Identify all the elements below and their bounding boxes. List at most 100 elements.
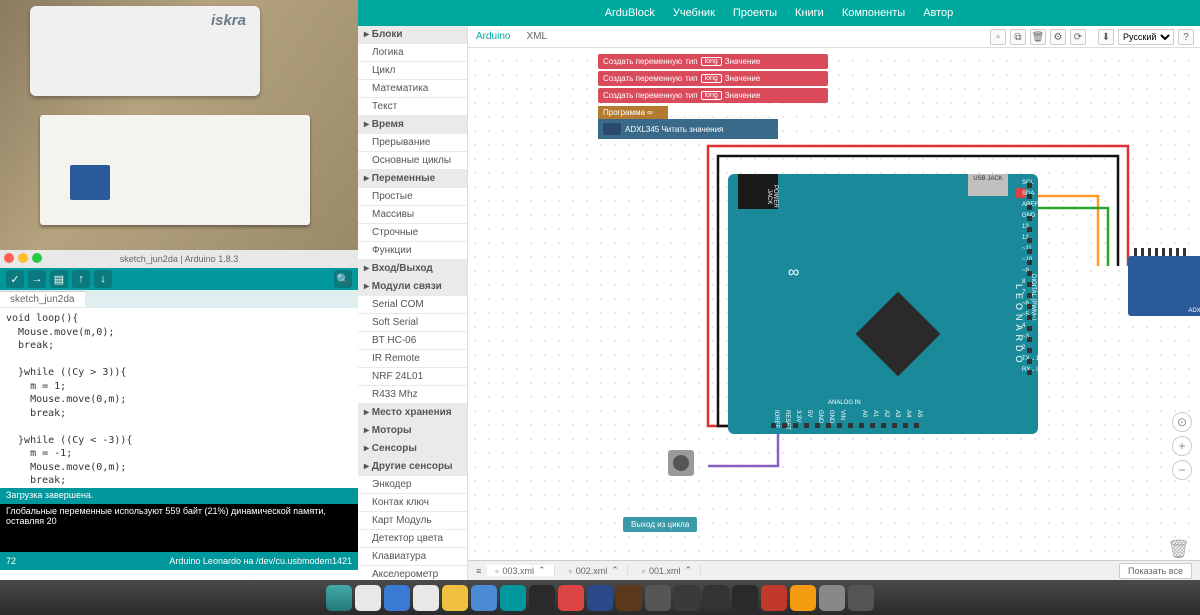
refresh-icon[interactable]: ⟳: [1070, 29, 1086, 45]
category-ir-remote[interactable]: IR Remote: [358, 350, 467, 368]
dock-app-icon[interactable]: [674, 585, 700, 611]
dock-app-icon[interactable]: [558, 585, 584, 611]
maximize-icon[interactable]: [32, 253, 42, 263]
serial-monitor-button[interactable]: 🔍: [334, 270, 352, 288]
category-контак-ключ[interactable]: Контак ключ: [358, 494, 467, 512]
dock-app-icon[interactable]: [790, 585, 816, 611]
nav-tutorial[interactable]: Учебник: [673, 7, 715, 19]
nav-projects[interactable]: Проекты: [733, 7, 777, 19]
macos-dock[interactable]: [0, 580, 1200, 615]
category-функции[interactable]: Функции: [358, 242, 467, 260]
file-tab-3[interactable]: ▫ 001.xml ⌃: [634, 565, 701, 576]
trash-icon[interactable]: 🗑: [1030, 29, 1046, 45]
show-all-button[interactable]: Показать все: [1119, 563, 1192, 579]
category-вход/выход[interactable]: ▸ Вход/Выход: [358, 260, 467, 278]
dock-app-icon[interactable]: [413, 585, 439, 611]
block-create-var-1[interactable]: Создать переменнуюx ▾ типlong Значение: [598, 54, 828, 69]
dock-app-icon[interactable]: [703, 585, 729, 611]
dock-app-icon[interactable]: [848, 585, 874, 611]
dock-app-icon[interactable]: [384, 585, 410, 611]
category-soft-serial[interactable]: Soft Serial: [358, 314, 467, 332]
category-время[interactable]: ▸ Время: [358, 116, 467, 134]
block-create-var-3[interactable]: Создать переменнуюz ▾ типlong Значение: [598, 88, 828, 103]
dock-finder-icon[interactable]: [326, 585, 352, 611]
canvas-trash-icon[interactable]: 🗑: [1167, 539, 1190, 560]
sketch-tab[interactable]: sketch_jun2da: [0, 291, 85, 307]
dock-app-icon[interactable]: [732, 585, 758, 611]
category-место-хранения[interactable]: ▸ Место хранения: [358, 404, 467, 422]
language-select[interactable]: Русский: [1118, 29, 1174, 45]
dock-app-icon[interactable]: [645, 585, 671, 611]
ardublock-app: ArduBlock Учебник Проекты Книги Компонен…: [358, 0, 1200, 580]
category-nrf-24l01[interactable]: NRF 24L01: [358, 368, 467, 386]
zoom-center-button[interactable]: ⊙: [1172, 412, 1192, 432]
code-editor[interactable]: void loop(){ Mouse.move(m,0); break; }wh…: [0, 308, 358, 488]
category-основные-циклы[interactable]: Основные циклы: [358, 152, 467, 170]
category-другие-сенсоры[interactable]: ▸ Другие сенсоры: [358, 458, 467, 476]
canvas-workspace[interactable]: Arduino XML ▫ ⧉ 🗑 ⚙ ⟳ ⬇ Русский ? Создат…: [468, 26, 1200, 580]
search-icon[interactable]: ?: [1178, 29, 1194, 45]
dock-photoshop-icon[interactable]: [587, 585, 613, 611]
nav-components[interactable]: Компоненты: [842, 7, 905, 19]
save-button[interactable]: ↓: [94, 270, 112, 288]
category-блоки[interactable]: ▸ Блоки: [358, 26, 467, 44]
copy-icon[interactable]: ⧉: [1010, 29, 1026, 45]
category-клавиатура[interactable]: Клавиатура: [358, 548, 467, 566]
pin-3: ~3: [1022, 334, 1032, 345]
pin-7: 7: [1022, 290, 1032, 301]
dock-app-icon[interactable]: [471, 585, 497, 611]
ide-tab-bar: sketch_jun2da: [0, 290, 358, 308]
category-прерывание[interactable]: Прерывание: [358, 134, 467, 152]
dock-illustrator-icon[interactable]: [616, 585, 642, 611]
dock-app-icon[interactable]: [355, 585, 381, 611]
dock-app-icon[interactable]: [761, 585, 787, 611]
category-логика[interactable]: Логика: [358, 44, 467, 62]
code-blocks-area[interactable]: Создать переменнуюx ▾ типlong Значение С…: [598, 54, 828, 139]
category-математика[interactable]: Математика: [358, 80, 467, 98]
dock-app-icon[interactable]: [442, 585, 468, 611]
zoom-out-button[interactable]: −: [1172, 460, 1192, 480]
minimize-icon[interactable]: [18, 253, 28, 263]
category-sidebar[interactable]: ▸ БлокиЛогикаЦиклМатематикаТекст▸ ВремяП…: [358, 26, 468, 580]
file-tab-1[interactable]: ▫ 003.xml ⌃: [487, 565, 554, 576]
dock-arduino-icon[interactable]: [500, 585, 526, 611]
category-карт-модуль[interactable]: Карт Модуль: [358, 512, 467, 530]
nav-books[interactable]: Книги: [795, 7, 824, 19]
category-строчные[interactable]: Строчные: [358, 224, 467, 242]
category-акселерометр[interactable]: Акселерометр: [358, 566, 467, 580]
file-tab-2[interactable]: ▫ 002.xml ⌃: [561, 565, 628, 576]
category-детектор-цвета[interactable]: Детектор цвета: [358, 530, 467, 548]
new-button[interactable]: ▤: [50, 270, 68, 288]
nav-ardublock[interactable]: ArduBlock: [605, 7, 655, 19]
download-icon[interactable]: ⬇: [1098, 29, 1114, 45]
category-простые[interactable]: Простые: [358, 188, 467, 206]
category-serial-com[interactable]: Serial COM: [358, 296, 467, 314]
category-сенсоры[interactable]: ▸ Сенсоры: [358, 440, 467, 458]
settings-icon[interactable]: ⚙: [1050, 29, 1066, 45]
category-цикл[interactable]: Цикл: [358, 62, 467, 80]
tab-arduino[interactable]: Arduino: [476, 31, 510, 42]
category-энкодер[interactable]: Энкодер: [358, 476, 467, 494]
window-traffic-lights[interactable]: [4, 253, 42, 263]
tab-xml[interactable]: XML: [526, 31, 547, 42]
upload-button[interactable]: →: [28, 270, 46, 288]
category-моторы[interactable]: ▸ Моторы: [358, 422, 467, 440]
category-bt-hc-06[interactable]: BT HC-06: [358, 332, 467, 350]
block-create-var-2[interactable]: Создать переменнуюy ▾ типlong Значение: [598, 71, 828, 86]
new-file-icon[interactable]: ▫: [990, 29, 1006, 45]
block-exit-loop[interactable]: Выход из цикла: [623, 517, 697, 532]
dock-app-icon[interactable]: [819, 585, 845, 611]
category-текст[interactable]: Текст: [358, 98, 467, 116]
category-массивы[interactable]: Массивы: [358, 206, 467, 224]
add-tab-button[interactable]: ≡: [476, 566, 481, 576]
block-program[interactable]: Программа ∞: [598, 106, 668, 119]
close-icon[interactable]: [4, 253, 14, 263]
verify-button[interactable]: ✓: [6, 270, 24, 288]
nav-author[interactable]: Автор: [923, 7, 953, 19]
category-модули-связи[interactable]: ▸ Модули связи: [358, 278, 467, 296]
category-r433-mhz[interactable]: R433 Mhz: [358, 386, 467, 404]
open-button[interactable]: ↑: [72, 270, 90, 288]
dock-app-icon[interactable]: [529, 585, 555, 611]
category-переменные[interactable]: ▸ Переменные: [358, 170, 467, 188]
zoom-in-button[interactable]: +: [1172, 436, 1192, 456]
